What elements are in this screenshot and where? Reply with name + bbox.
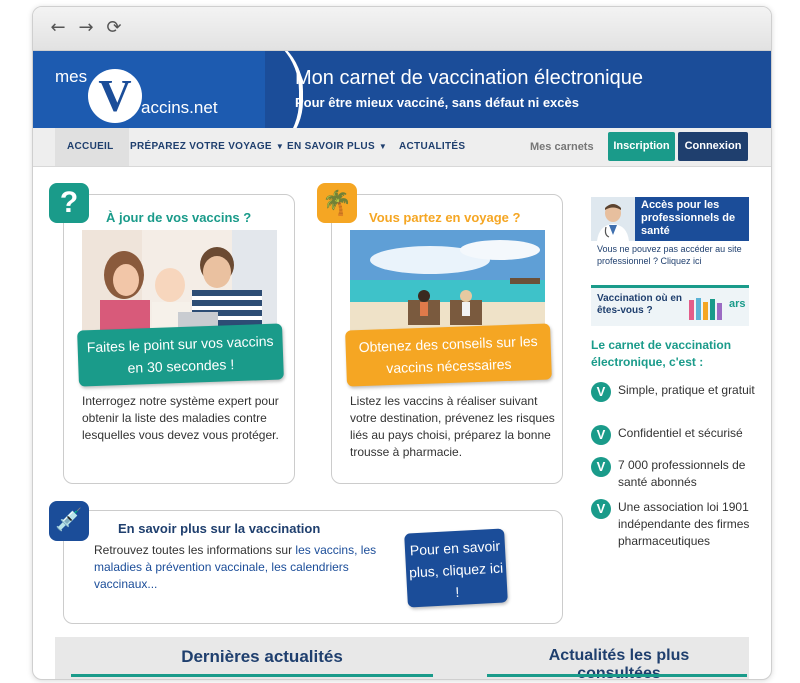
- caret-down-icon: ▼: [378, 142, 388, 151]
- card-text: Listez les vaccins à réaliser suivant vo…: [350, 394, 555, 459]
- check-v-icon: V: [591, 382, 611, 402]
- family-photo: [82, 230, 277, 335]
- savoir-cta-button[interactable]: Pour en savoir plus, cliquez ici !: [404, 528, 508, 608]
- voyage-cta-button[interactable]: Obtenez des conseils sur les vaccins néc…: [345, 323, 552, 387]
- card-text: Interrogez notre système expert pour obt…: [82, 394, 279, 442]
- card-savoir-plus: En savoir plus sur la vaccination Retrou…: [63, 510, 563, 624]
- check-v-icon: V: [591, 499, 611, 519]
- banner-subtitle: Pour être mieux vacciné, sans défaut ni …: [295, 95, 579, 110]
- connexion-button[interactable]: Connexion: [678, 132, 748, 161]
- feature-text: Simple, pratique et gratuit: [618, 383, 755, 397]
- forward-icon[interactable]: →: [75, 17, 97, 39]
- caret-down-icon: ▼: [275, 142, 285, 151]
- inscription-button[interactable]: Inscription: [608, 132, 675, 161]
- mes-carnets-label: Mes carnets: [530, 141, 594, 153]
- news-section: Dernières actualités Actualités les plus…: [55, 637, 749, 679]
- vaccins-link[interactable]: les vaccins,: [295, 543, 357, 557]
- vaccins-cta-button[interactable]: Faites le point sur vos vaccins en 30 se…: [77, 323, 284, 387]
- reload-icon[interactable]: ⟳: [103, 17, 125, 39]
- logo-mes-text: mes: [55, 67, 88, 86]
- feature-text: Une association loi 1901 indépendante de…: [618, 500, 750, 548]
- latest-news-underline: [71, 674, 433, 677]
- browser-toolbar: ← → ⟳: [33, 7, 771, 51]
- banner-title: Mon carnet de vaccination électronique: [295, 67, 643, 89]
- professionals-help-link[interactable]: Vous ne pouvez pas accéder au site profe…: [597, 243, 757, 267]
- menu-item-accueil[interactable]: ACCUEIL: [55, 128, 129, 166]
- main-menu: ACCUEIL PRÉPAREZ VOTRE VOYAGE ▼ EN SAVOIR…: [33, 128, 771, 167]
- check-v-icon: V: [591, 425, 611, 445]
- check-v-icon: V: [591, 457, 611, 477]
- vaccination-banner[interactable]: Vaccination où en êtes-vous ? ars: [591, 285, 749, 326]
- latest-news-heading[interactable]: Dernières actualités: [93, 647, 431, 667]
- card-title: À jour de vos vaccins ?: [106, 210, 252, 225]
- card-voyage: Vous partez en voyage ? Obtenez des cons…: [331, 194, 563, 484]
- card-text-prefix: Retrouvez toutes les informations sur: [94, 543, 296, 557]
- professionals-title: Accès pour les professionnels de santé: [641, 199, 736, 237]
- professionals-banner[interactable]: Accès pour les professionnels de santé: [591, 197, 749, 241]
- card-text: Retrouvez toutes les informations sur le…: [94, 542, 384, 593]
- syringe-icon: 💉: [49, 501, 89, 541]
- menu-item-label: PRÉPAREZ VOTRE VOYAGE: [130, 141, 272, 152]
- ars-logo: ars: [729, 298, 746, 310]
- carnet-title: Le carnet de vaccination électronique, c…: [591, 338, 732, 369]
- menu-item-actualites[interactable]: ACTUALITÉS: [399, 128, 465, 166]
- menu-item-voyage[interactable]: PRÉPAREZ VOTRE VOYAGE ▼: [130, 128, 284, 166]
- beach-photo: [350, 230, 545, 335]
- card-title: Vous partez en voyage ?: [369, 210, 521, 225]
- palm-tree-icon: 🌴: [317, 183, 357, 223]
- menu-item-savoir[interactable]: EN SAVOIR PLUS ▼: [287, 128, 387, 166]
- menu-item-label: ACCUEIL: [67, 141, 114, 152]
- vaccination-banner-text: Vaccination où en êtes-vous ?: [597, 293, 683, 316]
- site-banner: mes V accins.net Mon carnet de vaccinati…: [33, 51, 771, 128]
- question-icon: ?: [49, 183, 89, 223]
- card-vaccins: À jour de vos vaccins ? Faites le point …: [63, 194, 295, 484]
- people-icon: [689, 298, 722, 320]
- browser-window: ← → ⟳ mes V accins.net Mon carnet de vac…: [32, 6, 772, 680]
- menu-item-label: ACTUALITÉS: [399, 141, 466, 152]
- card-title: En savoir plus sur la vaccination: [118, 521, 321, 536]
- logo-arc: [239, 51, 303, 128]
- most-viewed-underline: [487, 674, 747, 677]
- doctor-photo: [591, 197, 635, 241]
- back-icon[interactable]: ←: [47, 17, 69, 39]
- menu-item-label: EN SAVOIR PLUS: [287, 141, 375, 152]
- site-logo[interactable]: mes V accins.net: [33, 51, 303, 128]
- logo-vaccins-text: accins.net: [141, 98, 218, 117]
- feature-text: Confidentiel et sécurisé: [618, 426, 743, 440]
- logo-v-mark: V: [88, 69, 142, 123]
- feature-text: 7 000 professionnels de santé abonnés: [618, 458, 746, 489]
